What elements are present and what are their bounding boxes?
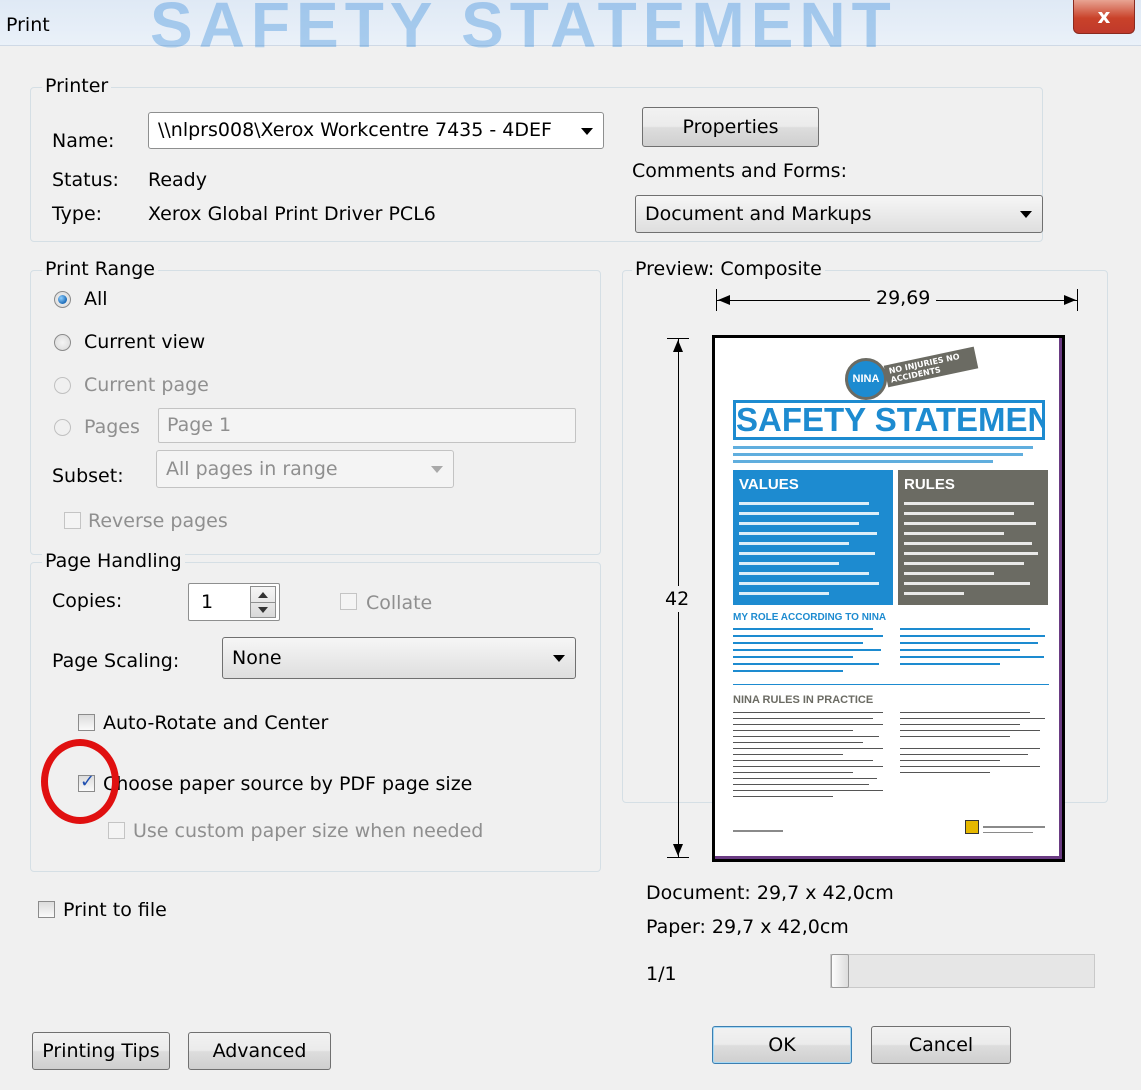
chevron-down-icon <box>553 655 565 662</box>
page-counter: 1/1 <box>646 963 677 985</box>
printer-status-label: Status: <box>52 169 119 191</box>
annotation-red-circle <box>41 739 119 824</box>
nina-badge-tag: NO INJURIES NO ACCIDENTS <box>883 346 979 388</box>
page-handling-legend: Page Handling <box>42 550 185 572</box>
copies-stepper[interactable] <box>250 586 276 618</box>
properties-button[interactable]: Properties <box>642 107 819 147</box>
width-dimension: 29,69 <box>716 287 1078 311</box>
radio-pages-label: Pages <box>84 416 140 438</box>
print-range-legend: Print Range <box>42 258 158 280</box>
radio-current-page <box>54 377 71 394</box>
radio-selected-dot <box>58 295 67 304</box>
background-watermark: SAFETY STATEMENT <box>150 0 897 61</box>
values-heading: VALUES <box>739 476 799 493</box>
values-panel: VALUES <box>733 470 893 605</box>
document-size: Document: 29,7 x 42,0cm <box>646 882 894 904</box>
stepper-down-icon[interactable] <box>258 607 268 613</box>
reverse-pages-checkbox <box>64 512 81 529</box>
chevron-down-icon <box>1020 211 1032 218</box>
printer-name-value: \\nlprs008\Xerox Workcentre 7435 - 4DEF <box>158 119 552 141</box>
radio-all-label[interactable]: All <box>84 288 108 310</box>
close-button[interactable]: x <box>1073 0 1135 34</box>
advanced-button[interactable]: Advanced <box>188 1032 331 1070</box>
custom-paper-checkbox <box>108 822 125 839</box>
page-footer-logo <box>965 820 979 834</box>
auto-rotate-label[interactable]: Auto-Rotate and Center <box>103 712 328 734</box>
collate-label: Collate <box>366 592 433 614</box>
pages-input: Page 1 <box>158 408 576 443</box>
page-scaling-label: Page Scaling: <box>52 650 180 672</box>
preview-legend: Preview: Composite <box>632 258 825 280</box>
radio-current-page-label: Current page <box>84 374 209 396</box>
role-heading: MY ROLE ACCORDING TO NINA <box>733 612 887 623</box>
printer-type-value: Xerox Global Print Driver PCL6 <box>148 203 436 225</box>
comments-forms-value: Document and Markups <box>645 203 872 225</box>
printer-name-select[interactable]: \\nlprs008\Xerox Workcentre 7435 - 4DEF <box>148 112 604 149</box>
safety-headline: SAFETY STATEMENT <box>733 400 1045 440</box>
page-slider-track[interactable] <box>830 954 1095 988</box>
chevron-down-icon <box>581 127 593 135</box>
subset-value: All pages in range <box>166 458 338 480</box>
height-dimension: 42 <box>661 338 694 858</box>
radio-current-view[interactable] <box>54 334 71 351</box>
page-preview: NINA NO INJURIES NO ACCIDENTS SAFETY STA… <box>712 335 1065 862</box>
copies-value: 1 <box>201 591 214 613</box>
chevron-down-icon <box>431 466 443 473</box>
subset-select: All pages in range <box>156 450 454 488</box>
subset-label: Subset: <box>52 465 124 487</box>
auto-rotate-checkbox[interactable] <box>78 714 95 731</box>
radio-all[interactable] <box>54 291 71 308</box>
nina-badge: NINA <box>845 358 887 400</box>
page-scaling-select[interactable]: None <box>222 637 576 679</box>
printer-status-value: Ready <box>148 169 207 191</box>
rules-heading: RULES <box>904 476 955 493</box>
width-dimension-value: 29,69 <box>870 287 937 309</box>
page-scaling-value: None <box>232 647 282 669</box>
printer-type-label: Type: <box>52 203 103 225</box>
printing-tips-button[interactable]: Printing Tips <box>32 1032 170 1070</box>
page-slider-thumb[interactable] <box>831 954 849 988</box>
reverse-pages-label: Reverse pages <box>88 510 228 532</box>
height-dimension-value: 42 <box>661 586 694 612</box>
title-bar: SAFETY STATEMENT Print x <box>0 0 1141 61</box>
printer-name-label: Name: <box>52 130 115 152</box>
comments-forms-select[interactable]: Document and Markups <box>635 195 1043 233</box>
stepper-up-icon[interactable] <box>258 592 268 598</box>
practice-heading: NINA RULES IN PRACTICE <box>733 694 874 706</box>
radio-pages <box>54 419 71 436</box>
cancel-button[interactable]: Cancel <box>871 1026 1011 1064</box>
window-title: Print <box>6 14 50 36</box>
custom-paper-label: Use custom paper size when needed <box>133 820 484 842</box>
comments-forms-label: Comments and Forms: <box>632 160 847 182</box>
copies-label: Copies: <box>52 590 123 612</box>
printer-legend: Printer <box>42 75 112 97</box>
choose-paper-label[interactable]: Choose paper source by PDF page size <box>103 773 472 795</box>
rules-panel: RULES <box>898 470 1048 605</box>
ok-button[interactable]: OK <box>712 1026 852 1064</box>
print-to-file-label[interactable]: Print to file <box>63 899 167 921</box>
print-to-file-checkbox[interactable] <box>38 901 55 918</box>
paper-size: Paper: 29,7 x 42,0cm <box>646 916 849 938</box>
radio-current-view-label[interactable]: Current view <box>84 331 205 353</box>
collate-checkbox <box>340 593 357 610</box>
